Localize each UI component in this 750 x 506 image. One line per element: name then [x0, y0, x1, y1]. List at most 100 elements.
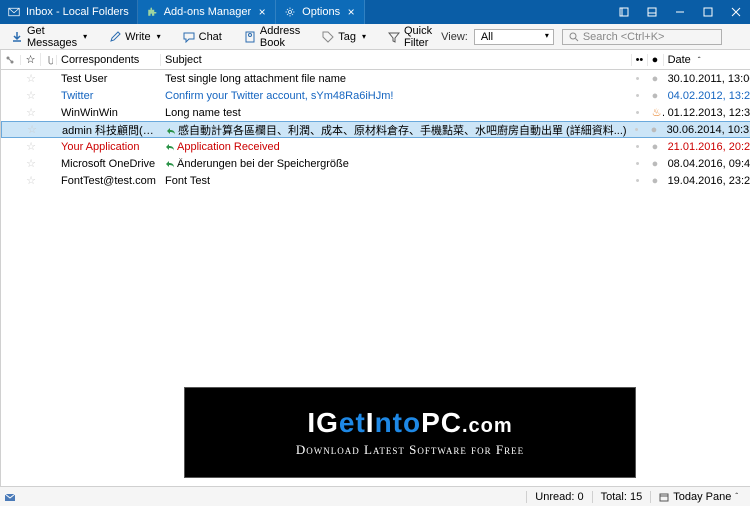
- date-cell: 01.12.2013, 12:35: [664, 107, 750, 119]
- star-cell[interactable]: ☆: [22, 123, 42, 136]
- watermark-subtitle: Download Latest Software for Free: [296, 442, 524, 458]
- address-book-button[interactable]: Address Book: [237, 22, 307, 52]
- column-read-1[interactable]: ••: [632, 54, 648, 66]
- chevron-up-icon: ˆ: [735, 492, 738, 501]
- today-pane-button[interactable]: Today Pane ˆ: [650, 491, 746, 503]
- view-label: View:: [441, 31, 468, 43]
- minimize-button[interactable]: [666, 0, 694, 24]
- from-cell: Microsoft OneDrive: [57, 158, 161, 170]
- reply-icon: [165, 159, 175, 169]
- read-cell[interactable]: ●: [648, 141, 664, 153]
- tab-addons[interactable]: Add-ons Manager ×: [138, 0, 276, 24]
- date-cell: 30.06.2014, 10:31: [663, 124, 750, 136]
- spam-cell[interactable]: •: [632, 175, 648, 187]
- column-correspondents[interactable]: Correspondents: [57, 54, 161, 66]
- message-row[interactable]: ☆admin 科技顧問(客...感自動計算各區欄目、利潤、成本、原材料倉存、手機…: [1, 121, 750, 138]
- button-label: Tag: [338, 31, 356, 43]
- tab-label: Options: [302, 6, 340, 18]
- read-dot-icon: ●: [652, 158, 659, 170]
- subject-cell: Long name test: [161, 107, 632, 119]
- spam-cell[interactable]: •: [631, 124, 647, 136]
- close-button[interactable]: [722, 0, 750, 24]
- star-cell[interactable]: ☆: [21, 157, 41, 170]
- window-button-2[interactable]: [638, 0, 666, 24]
- from-cell: WinWinWin: [57, 107, 161, 119]
- tab-label: Inbox - Local Folders: [26, 6, 129, 18]
- search-input[interactable]: Search <Ctrl+K>: [562, 29, 722, 45]
- chevron-down-icon: ▾: [362, 32, 366, 41]
- subject-cell: Confirm your Twitter account, sYm48Ra6iH…: [161, 90, 632, 102]
- read-dot-icon: ●: [652, 175, 659, 187]
- read-dot-icon: ●: [652, 90, 659, 102]
- from-cell: admin 科技顧問(客...: [58, 122, 162, 138]
- date-cell: 21.01.2016, 20:27: [664, 141, 750, 153]
- button-label: Get Messages: [27, 25, 77, 49]
- spam-cell[interactable]: •: [632, 90, 648, 102]
- from-cell: Twitter: [57, 90, 161, 102]
- tab-inbox[interactable]: Inbox - Local Folders: [0, 0, 138, 24]
- star-cell[interactable]: ☆: [21, 72, 41, 85]
- tab-options[interactable]: Options ×: [276, 0, 365, 24]
- tag-button[interactable]: Tag ▾: [315, 28, 373, 46]
- column-star[interactable]: ☆: [21, 53, 41, 66]
- read-cell[interactable]: ♨: [648, 106, 664, 119]
- button-label: Chat: [199, 31, 222, 43]
- chat-button[interactable]: Chat: [176, 28, 229, 46]
- message-row[interactable]: ☆Your ApplicationApplication Received•●2…: [1, 138, 750, 155]
- main-toolbar: Get Messages ▾ Write ▾ Chat Address Book…: [0, 24, 750, 50]
- chevron-down-icon: ▾: [83, 32, 87, 41]
- message-row[interactable]: ☆ Test UserTest single long attachment fi…: [1, 70, 750, 87]
- read-cell[interactable]: ●: [648, 158, 664, 170]
- from-cell: FontTest@test.com: [57, 175, 161, 187]
- quick-filter-button[interactable]: Quick Filter: [381, 22, 439, 52]
- subject-cell: Test single long attachment file name: [161, 73, 632, 85]
- message-row[interactable]: ☆Microsoft OneDriveÄnderungen bei der Sp…: [1, 155, 750, 172]
- mail-icon: [8, 6, 20, 18]
- message-row[interactable]: ☆ WinWinWinLong name test• ♨01.12.2013, 12…: [1, 104, 750, 121]
- button-label: Quick Filter: [404, 25, 432, 49]
- spam-cell[interactable]: •: [632, 107, 648, 119]
- chat-icon: [183, 31, 195, 43]
- column-thread[interactable]: [1, 55, 21, 65]
- chevron-down-icon: ▾: [545, 31, 549, 40]
- close-icon[interactable]: ×: [257, 7, 267, 17]
- read-dot-icon: ●: [652, 73, 659, 85]
- get-messages-button[interactable]: Get Messages ▾: [4, 22, 94, 52]
- search-placeholder: Search <Ctrl+K>: [583, 31, 665, 43]
- spam-cell[interactable]: •: [632, 141, 648, 153]
- message-row[interactable]: ☆FontTest@test.comFont Test•●19.04.2016,…: [1, 172, 750, 189]
- status-icon[interactable]: [4, 491, 24, 503]
- gear-icon: [284, 6, 296, 18]
- read-cell[interactable]: ●: [648, 175, 664, 187]
- button-label: Address Book: [260, 25, 300, 49]
- write-button[interactable]: Write ▾: [102, 28, 167, 46]
- window-button-1[interactable]: [610, 0, 638, 24]
- read-dot-icon: ●: [652, 141, 659, 153]
- sort-asc-icon: ˆ: [698, 56, 701, 65]
- message-row[interactable]: ☆ TwitterConfirm your Twitter account, sY…: [1, 87, 750, 104]
- date-cell: 30.10.2011, 13:00: [664, 73, 750, 85]
- read-dot-icon: ●: [651, 124, 658, 136]
- spam-cell[interactable]: •: [632, 73, 648, 85]
- date-cell: 08.04.2016, 09:43: [664, 158, 750, 170]
- column-subject[interactable]: Subject: [161, 54, 632, 66]
- puzzle-icon: [146, 6, 158, 18]
- read-cell[interactable]: ●: [647, 124, 663, 136]
- close-icon[interactable]: ×: [346, 7, 356, 17]
- flame-icon: ♨: [652, 107, 664, 119]
- maximize-button[interactable]: [694, 0, 722, 24]
- spam-cell[interactable]: •: [632, 158, 648, 170]
- from-cell: Test User: [57, 73, 161, 85]
- star-cell[interactable]: ☆: [21, 106, 41, 119]
- view-select[interactable]: All ▾: [474, 29, 554, 45]
- reply-icon: [165, 142, 175, 152]
- read-cell[interactable]: ●: [648, 90, 664, 102]
- column-read-2[interactable]: ●: [648, 54, 664, 66]
- star-cell[interactable]: ☆: [21, 174, 41, 187]
- column-attachment[interactable]: [41, 55, 57, 65]
- filter-icon: [388, 31, 400, 43]
- read-cell[interactable]: ●: [648, 73, 664, 85]
- star-cell[interactable]: ☆: [21, 140, 41, 153]
- star-cell[interactable]: ☆: [21, 89, 41, 102]
- column-date[interactable]: Date ˆ: [664, 54, 750, 66]
